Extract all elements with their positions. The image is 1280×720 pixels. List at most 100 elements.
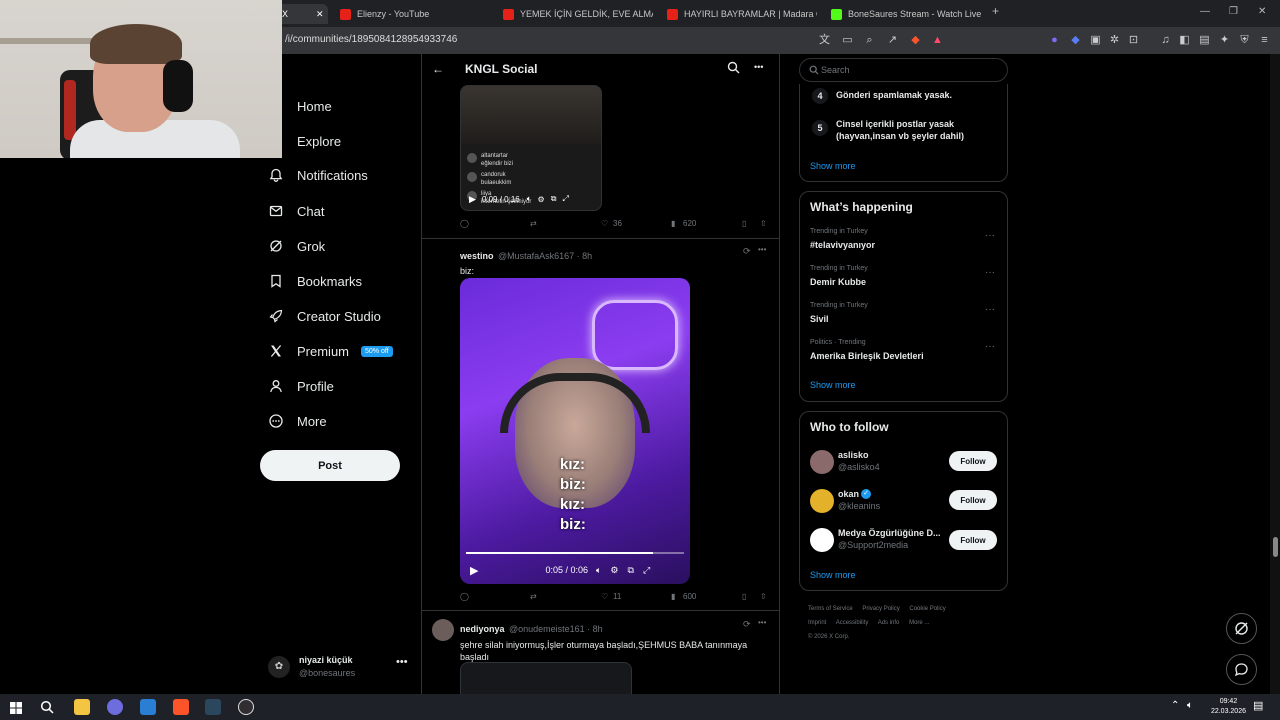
- more-dots-icon[interactable]: •••: [758, 618, 766, 627]
- obs-icon[interactable]: [238, 699, 254, 715]
- scroll-thumb[interactable]: [1273, 537, 1278, 557]
- reply-icon[interactable]: ◯: [460, 592, 469, 601]
- app-icon[interactable]: [107, 699, 123, 715]
- tweet-author[interactable]: westino: [460, 251, 494, 261]
- post-button[interactable]: Post: [260, 450, 400, 481]
- close-icon[interactable]: ✕: [316, 9, 324, 20]
- media-preview[interactable]: [460, 662, 632, 694]
- nav-more[interactable]: More: [268, 411, 327, 431]
- wallet-icon[interactable]: ▤: [1198, 34, 1211, 47]
- follow-button[interactable]: Follow: [949, 490, 997, 510]
- nav-profile[interactable]: Profile: [268, 376, 334, 396]
- tray-chevron-icon[interactable]: ⌃: [1171, 700, 1179, 711]
- nav-grok[interactable]: Grok: [268, 236, 325, 256]
- brave-shield-icon[interactable]: ◆: [909, 34, 922, 47]
- search-icon[interactable]: [40, 700, 54, 719]
- restore-icon[interactable]: ❐: [1229, 6, 1238, 17]
- zoom-icon[interactable]: ⌕: [863, 34, 876, 47]
- retweet-icon[interactable]: ⇄: [530, 219, 537, 228]
- tweet-author[interactable]: nediyonya: [460, 624, 505, 634]
- tab-kick-stream[interactable]: BoneSaures Stream - Watch Live on: [831, 4, 981, 24]
- more-dots-icon[interactable]: ···: [985, 304, 995, 315]
- bookmark-icon[interactable]: ▯: [742, 219, 746, 228]
- volume-icon[interactable]: 🔈︎: [596, 565, 601, 576]
- views-icon[interactable]: ▮: [671, 592, 675, 601]
- more-dots-icon[interactable]: ···: [985, 230, 995, 241]
- brave-rewards-icon[interactable]: ▲: [931, 34, 944, 47]
- url-text[interactable]: /i/communities/1895084128954933746: [285, 34, 457, 45]
- show-more-link[interactable]: Show more: [810, 380, 856, 390]
- more-dots-icon[interactable]: •••: [396, 656, 408, 668]
- search-input[interactable]: Search: [799, 58, 1008, 82]
- video-player[interactable]: altantartar eğlendir bizi candoruk bulaeuk…: [460, 85, 602, 211]
- show-more-link[interactable]: Show more: [810, 570, 856, 580]
- tab-x[interactable]: X ✕: [276, 4, 328, 24]
- show-more-link[interactable]: Show more: [810, 161, 856, 171]
- media-icon[interactable]: ♫: [1159, 34, 1172, 47]
- trend-item[interactable]: Trending in Turkey Demir Kubbe ···: [800, 265, 1007, 293]
- tab-youtube-bayram[interactable]: HAYIRLI BAYRAMLAR | Madara Oldu: [667, 4, 817, 24]
- volume-icon[interactable]: 🔈︎: [527, 194, 532, 204]
- like-icon[interactable]: ♡: [601, 219, 608, 228]
- file-explorer-icon[interactable]: [74, 699, 90, 715]
- share-icon[interactable]: ⇧: [760, 219, 767, 228]
- footer-link[interactable]: More ...: [909, 620, 929, 626]
- vpn-icon[interactable]: ⛨: [1238, 34, 1251, 47]
- footer-link[interactable]: Ads info: [878, 620, 900, 626]
- views-icon[interactable]: ▮: [671, 219, 675, 228]
- extension-icon[interactable]: ▣: [1089, 34, 1102, 47]
- tweet-handle[interactable]: @MustafaAsk6167 · 8h: [498, 251, 592, 261]
- grok-icon[interactable]: ⟳: [743, 619, 751, 630]
- video-player[interactable]: kız: biz: kız: biz: ▶ 0:05 / 0:06 🔈︎ ⚙ ⧉…: [460, 278, 690, 584]
- more-dots-icon[interactable]: ···: [985, 267, 995, 278]
- share-icon[interactable]: ↗: [886, 34, 899, 47]
- close-window-icon[interactable]: ✕: [1258, 6, 1266, 17]
- cast-icon[interactable]: ▭: [841, 34, 854, 47]
- footer-link[interactable]: Terms of Service: [808, 606, 853, 612]
- bookmark-icon[interactable]: ▯: [742, 592, 746, 601]
- leo-icon[interactable]: ✦: [1218, 34, 1231, 47]
- account-switcher[interactable]: ✿ niyazi küçük @bonesaures •••: [268, 652, 413, 684]
- footer-link[interactable]: Imprint: [808, 620, 826, 626]
- play-icon[interactable]: ▶: [470, 564, 478, 577]
- follow-suggestion[interactable]: okan ✓ @kleanins Follow: [800, 487, 1007, 517]
- avatar[interactable]: [432, 619, 454, 641]
- steam-icon[interactable]: [205, 699, 221, 715]
- more-dots-icon[interactable]: •••: [758, 245, 766, 254]
- follow-button[interactable]: Follow: [949, 530, 997, 550]
- pip-icon[interactable]: ⧉: [628, 565, 634, 576]
- tab-youtube-yemek[interactable]: YEMEK İÇİN GELDİK, EVE ALMADILAR: [503, 4, 653, 24]
- system-clock[interactable]: 09:42 22.03.2026: [1211, 697, 1246, 717]
- grok-fab[interactable]: [1226, 613, 1257, 644]
- puzzle-icon[interactable]: ✲: [1108, 34, 1121, 47]
- play-icon[interactable]: ▶: [469, 194, 476, 205]
- notification-icon[interactable]: ▤: [1253, 699, 1263, 712]
- nav-premium[interactable]: Premium 50% off: [268, 341, 393, 361]
- menu-icon[interactable]: ≡: [1258, 34, 1271, 47]
- windows-start-icon[interactable]: [10, 701, 22, 719]
- extension-icon[interactable]: ◆: [1069, 34, 1082, 47]
- tweet[interactable]: nediyonya @onudemeiste161 · 8h şehre sil…: [460, 618, 775, 662]
- nav-bookmarks[interactable]: Bookmarks: [268, 271, 362, 291]
- new-tab-icon[interactable]: +: [992, 4, 999, 18]
- follow-suggestion[interactable]: aslisko @aslisko4 Follow: [800, 448, 1007, 478]
- progress-track[interactable]: [466, 552, 684, 554]
- settings-icon[interactable]: ⚙: [538, 195, 545, 204]
- fullscreen-icon[interactable]: ⤢: [562, 194, 568, 204]
- retweet-icon[interactable]: ⇄: [530, 592, 537, 601]
- nav-notifications[interactable]: Notifications: [268, 165, 368, 185]
- settings-icon[interactable]: ⚙: [610, 565, 618, 576]
- footer-link[interactable]: Privacy Policy: [862, 606, 899, 612]
- tweet[interactable]: westino @MustafaAsk6167 · 8h biz: ⟳ •••: [460, 245, 775, 276]
- nav-chat[interactable]: Chat: [268, 201, 324, 221]
- pip-icon[interactable]: ⧉: [551, 194, 557, 204]
- brave-browser-icon[interactable]: [173, 699, 189, 715]
- share-icon[interactable]: ⇧: [760, 592, 767, 601]
- scrollbar[interactable]: [1270, 54, 1280, 694]
- footer-link[interactable]: Cookie Policy: [909, 606, 945, 612]
- fullscreen-icon[interactable]: ⤢: [643, 565, 650, 576]
- trend-item[interactable]: Trending in Turkey Sivil ···: [800, 302, 1007, 330]
- messages-fab[interactable]: [1226, 654, 1257, 685]
- volume-icon[interactable]: 🔈︎: [1187, 700, 1193, 711]
- app-icon[interactable]: [140, 699, 156, 715]
